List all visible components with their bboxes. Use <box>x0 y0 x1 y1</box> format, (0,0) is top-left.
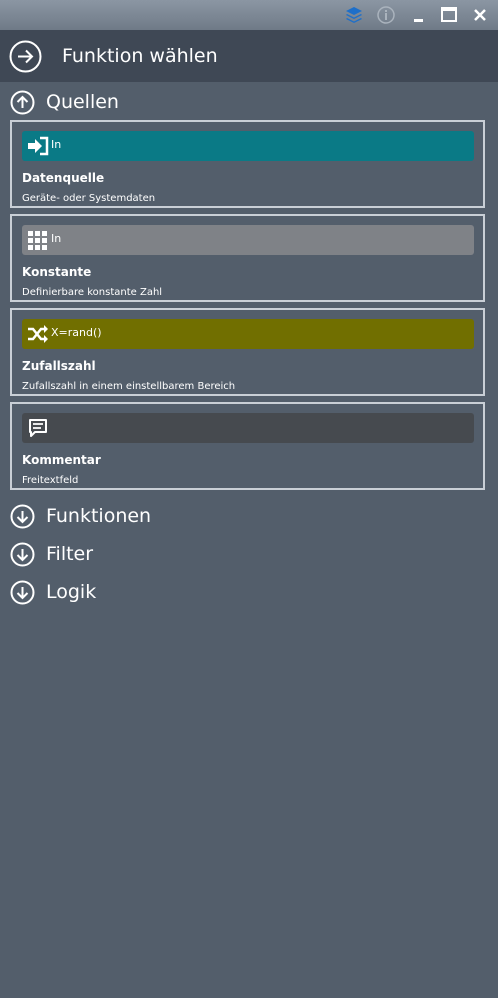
page-title: Funktion wählen <box>62 45 218 67</box>
function-card-zufallszahl[interactable]: X=rand() Zufallszahl Zufallszahl in eine… <box>10 308 485 396</box>
arrow-right-circle-icon[interactable] <box>9 40 42 73</box>
card-bar-label: X=rand() <box>51 326 102 339</box>
shuffle-icon <box>28 325 48 343</box>
section-label: Funktionen <box>46 505 152 527</box>
card-description: Zufallszahl in einem einstellbarem Berei… <box>22 381 236 392</box>
card-description: Freitextfeld <box>22 475 79 486</box>
function-card-konstante[interactable]: In Konstante Definierbare konstante Zahl <box>10 214 485 302</box>
card-bar-label: In <box>51 232 62 245</box>
card-description: Geräte- oder Systemdaten <box>22 193 156 204</box>
layers-icon[interactable] <box>343 4 365 26</box>
maximize-icon[interactable] <box>438 4 460 26</box>
minimize-icon[interactable] <box>408 4 430 26</box>
arrow-down-circle-icon <box>10 504 35 529</box>
section-label: Filter <box>46 543 94 565</box>
sign-in-icon <box>28 136 49 156</box>
card-title: Konstante <box>22 265 92 279</box>
info-icon[interactable] <box>375 4 397 26</box>
card-header-bar: X=rand() <box>22 319 474 349</box>
card-title: Kommentar <box>22 453 101 467</box>
section-label: Logik <box>46 581 97 603</box>
arrow-up-circle-icon <box>10 90 35 115</box>
card-header-bar: In <box>22 131 474 161</box>
card-bar-label: In <box>51 138 62 151</box>
card-description: Definierbare konstante Zahl <box>22 287 163 298</box>
function-card-datenquelle[interactable]: In Datenquelle Geräte- oder Systemdaten <box>10 120 485 208</box>
card-header-bar <box>22 413 474 443</box>
arrow-down-circle-icon <box>10 580 35 605</box>
function-card-kommentar[interactable]: Kommentar Freitextfeld <box>10 402 485 490</box>
comment-icon <box>29 419 47 437</box>
window-titlebar <box>0 0 498 30</box>
card-header-bar: In <box>22 225 474 255</box>
grid-icon <box>28 231 47 250</box>
card-title: Datenquelle <box>22 171 105 185</box>
section-label: Quellen <box>46 91 119 113</box>
panel-header: Funktion wählen <box>0 30 498 82</box>
arrow-down-circle-icon <box>10 542 35 567</box>
card-title: Zufallszahl <box>22 359 96 373</box>
close-icon[interactable] <box>469 4 491 26</box>
